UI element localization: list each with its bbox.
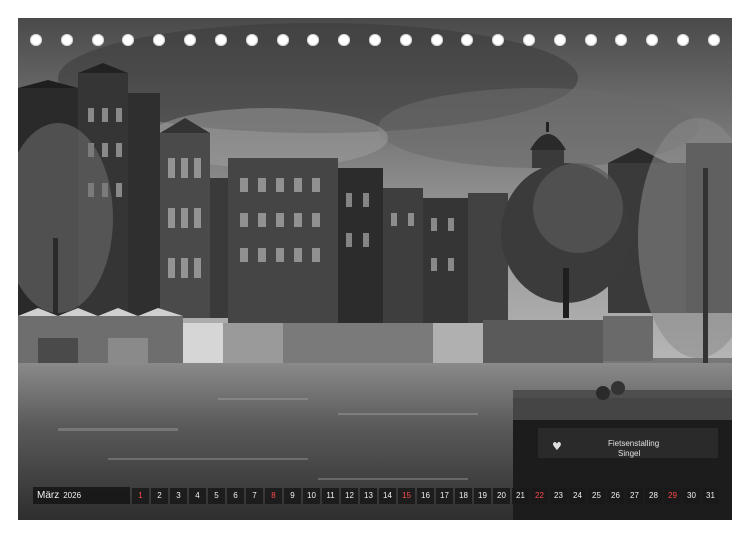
binding-hole [461,34,474,46]
day-cell: 31 [702,487,719,504]
day-cell: 26 [607,487,624,504]
month-name: März [37,490,60,501]
day-cell: 5 [208,487,225,504]
sign-text-line2: Singel [618,449,640,458]
day-cell: 20 [493,487,510,504]
binding-hole [122,34,135,46]
day-cell: 3 [170,487,187,504]
day-cell: 18 [455,487,472,504]
day-cell: 29 [664,487,681,504]
binding-hole [60,34,73,46]
day-cell: 23 [550,487,567,504]
day-cell: 17 [436,487,453,504]
day-cell: 6 [227,487,244,504]
day-cell: 1 [132,487,149,504]
day-cell: 16 [417,487,434,504]
binding-hole [430,34,443,46]
day-cell: 9 [284,487,301,504]
day-cell: 30 [683,487,700,504]
binding-hole [492,34,505,46]
day-cell: 21 [512,487,529,504]
day-cells: 1 2 3 4 5 6 7 8 9 10 11 12 13 14 15 16 17 18 19 20 21 22 23 24 2… [130,487,719,504]
binding-hole [553,34,566,46]
day-cell: 2 [151,487,168,504]
binding-hole [646,34,659,46]
day-cell: 25 [588,487,605,504]
binding-hole [307,34,320,46]
binding-hole [245,34,258,46]
calendar-strip: März 2026 1 2 3 4 5 6 7 8 9 10 11 12 13 14 15 16 17 18 19 2… [33,487,719,504]
day-cell: 8 [265,487,282,504]
day-cell: 13 [360,487,377,504]
binding-hole [399,34,412,46]
binding-hole [91,34,104,46]
binding-hole [338,34,351,46]
binding-hole [276,34,289,46]
day-cell: 19 [474,487,491,504]
day-cell: 4 [189,487,206,504]
day-cell: 22 [531,487,548,504]
month-year: 2026 [63,491,82,500]
sign-text-line1: Fietsenstalling [608,439,659,448]
day-cell: 27 [626,487,643,504]
day-cell: 24 [569,487,586,504]
calendar-photo: Fietsenstalling Singel ♥ [18,18,732,520]
binding-hole [707,34,720,46]
day-cell: 12 [341,487,358,504]
binding-hole [677,34,690,46]
binding-hole [615,34,628,46]
binding-hole [368,34,381,46]
heart-icon: ♥ [552,440,562,453]
binding-hole [153,34,166,46]
day-cell: 7 [246,487,263,504]
binding-hole [214,34,227,46]
day-cell: 28 [645,487,662,504]
canal-scene: Fietsenstalling Singel ♥ [18,18,732,520]
binding-hole [523,34,535,46]
day-cell: 10 [303,487,320,504]
day-cell: 14 [379,487,396,504]
binding-hole [30,34,42,46]
binding-hole [184,34,197,46]
month-label: März 2026 [33,487,130,504]
day-cell: 11 [322,487,339,504]
day-cell: 15 [398,487,415,504]
calendar-binding-holes [30,32,720,48]
binding-hole [584,34,597,46]
